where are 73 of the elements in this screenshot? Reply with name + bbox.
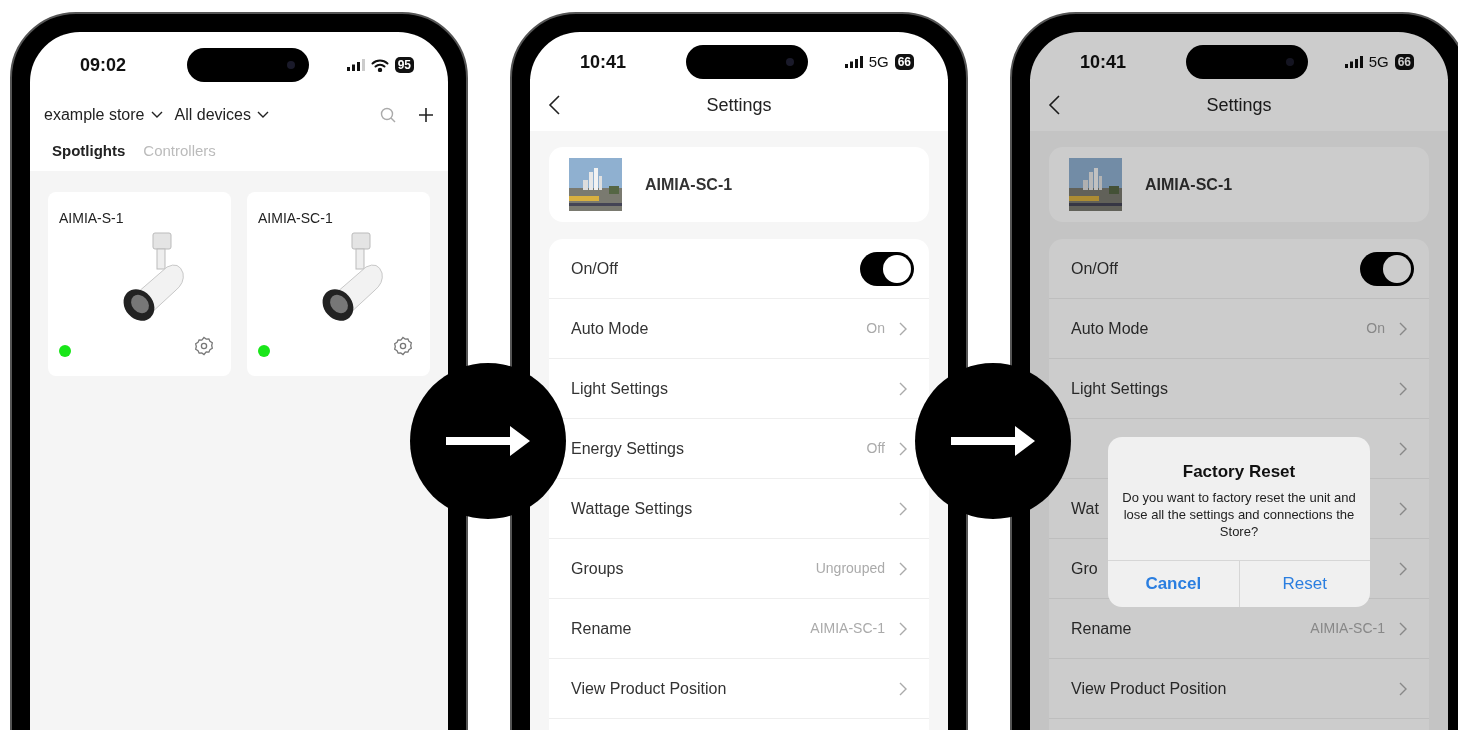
chevron-icon xyxy=(899,441,907,456)
device-name: AIMIA-SC-1 xyxy=(258,209,334,228)
signal-icon xyxy=(346,59,365,71)
battery-level: 95 xyxy=(394,57,414,73)
setting-label: Wattage Settings xyxy=(571,498,693,519)
device-name: AIMIA-SC-1 xyxy=(1145,174,1233,195)
chevron-icon xyxy=(1399,561,1407,576)
chevron-icon xyxy=(899,381,907,396)
status-time: 09:02 xyxy=(80,53,128,77)
add-icon[interactable] xyxy=(418,107,434,123)
setting-label: Energy Settings xyxy=(571,438,684,459)
chevron-icon xyxy=(899,321,907,336)
setting-label: On/Off xyxy=(1071,258,1118,279)
setting-label: Rename xyxy=(1071,618,1132,639)
dialog-message: Do you want to factory reset the unit and lose all the settings and connections the Store? xyxy=(1121,488,1357,540)
device-card[interactable]: AIMIA-S-1 xyxy=(48,192,231,376)
toggle-switch[interactable] xyxy=(860,251,914,286)
reset-button[interactable]: Reset xyxy=(1238,560,1370,607)
battery-level: 66 xyxy=(894,54,914,70)
device-filter[interactable]: All devices xyxy=(174,103,269,127)
device-name: AIMIA-S-1 xyxy=(59,209,125,228)
setting-label: Auto Mode xyxy=(571,318,649,339)
chevron-icon xyxy=(1399,621,1407,636)
setting-label: Light Settings xyxy=(1071,378,1168,399)
chevron-icon xyxy=(899,621,907,636)
chevron-icon xyxy=(899,561,907,576)
setting-label: View Product Position xyxy=(571,678,727,699)
chevron-icon xyxy=(1399,681,1407,696)
network-label: 5G xyxy=(1368,51,1389,72)
chevron-icon xyxy=(1399,321,1407,336)
chevron-down-icon xyxy=(150,111,163,119)
setting-value: Ungrouped xyxy=(815,559,885,578)
cancel-button[interactable]: Cancel xyxy=(1108,560,1239,607)
setting-value: AIMIA-SC-1 xyxy=(1310,619,1385,638)
screen-title: Settings xyxy=(1206,93,1272,117)
setting-value: On xyxy=(1366,319,1385,338)
network-label: 5G xyxy=(868,51,889,72)
chevron-icon xyxy=(1399,441,1407,456)
store-picker[interactable]: example store xyxy=(44,103,163,127)
back-icon[interactable] xyxy=(1048,95,1060,115)
toggle-switch[interactable] xyxy=(1360,251,1414,286)
chevron-icon xyxy=(899,681,907,696)
device-card[interactable]: AIMIA-SC-1 xyxy=(247,192,430,376)
battery-level: 66 xyxy=(1394,54,1414,70)
setting-value: On xyxy=(866,319,885,338)
setting-label: View Product Position xyxy=(1071,678,1227,699)
status-time: 10:41 xyxy=(1080,50,1128,74)
chevron-icon xyxy=(899,501,907,516)
status-time: 10:41 xyxy=(580,50,628,74)
chevron-icon xyxy=(1399,381,1407,396)
setting-value: AIMIA-SC-1 xyxy=(810,619,885,638)
setting-label: Light Settings xyxy=(571,378,668,399)
device-name: AIMIA-SC-1 xyxy=(645,174,733,195)
setting-label: Auto Mode xyxy=(1071,318,1149,339)
arrow-icon xyxy=(951,426,1035,456)
setting-label: Rename xyxy=(571,618,632,639)
setting-value: Off xyxy=(866,439,885,458)
signal-icon xyxy=(1344,56,1363,68)
wifi-icon xyxy=(370,58,389,72)
chevron-icon xyxy=(1399,501,1407,516)
dialog-title: Factory Reset xyxy=(1182,461,1296,483)
chevron-down-icon xyxy=(257,111,269,119)
settings-icon[interactable] xyxy=(194,336,214,356)
setting-label: Groups xyxy=(571,558,624,579)
setting-label: Gro xyxy=(1071,558,1098,579)
signal-icon xyxy=(844,56,863,68)
arrow-icon xyxy=(446,426,530,456)
back-icon[interactable] xyxy=(548,95,560,115)
setting-label: Wat xyxy=(1071,498,1099,519)
category-tab[interactable]: Spotlights xyxy=(52,139,126,163)
setting-label: On/Off xyxy=(571,258,618,279)
settings-icon[interactable] xyxy=(393,336,413,356)
screen-title: Settings xyxy=(706,93,772,117)
